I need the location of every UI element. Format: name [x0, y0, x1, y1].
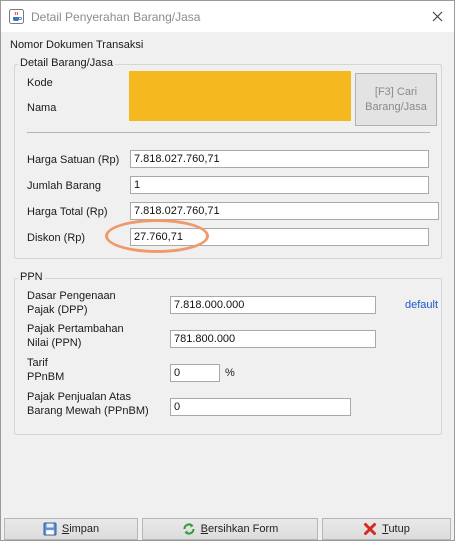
- harga-satuan-label: Harga Satuan (Rp): [27, 154, 120, 166]
- dialog-window: Detail Penyerahan Barang/Jasa Nomor Doku…: [0, 0, 455, 541]
- tutup-label: utup: [388, 523, 410, 535]
- dpp-label-line2: Pajak (DPP): [27, 304, 88, 316]
- red-x-icon: [364, 523, 377, 535]
- ppn-label-line2: Nilai (PPN): [27, 337, 82, 349]
- refresh-icon: [183, 523, 195, 535]
- tutup-button[interactable]: Tutup: [322, 518, 451, 540]
- simpan-button[interactable]: Simpan: [4, 518, 138, 540]
- bersihkan-mnemonic: B: [200, 523, 209, 535]
- kode-label: Kode: [27, 77, 53, 89]
- ppnbm-label-line2: Barang Mewah (PPnBM): [27, 405, 149, 417]
- floppy-disk-icon: [43, 522, 57, 536]
- simpan-label: impan: [69, 523, 100, 535]
- window-title: Detail Penyerahan Barang/Jasa: [31, 10, 201, 24]
- harga-satuan-field[interactable]: 7.818.027.760,71: [130, 150, 429, 168]
- nama-label: Nama: [27, 102, 57, 114]
- separator: [27, 132, 430, 133]
- bersihkan-form-button[interactable]: Bersihkan Form: [142, 518, 318, 540]
- percent-sign: %: [225, 367, 235, 379]
- diskon-highlight-annotation: [105, 219, 209, 253]
- jumlah-barang-field[interactable]: 1: [130, 176, 429, 194]
- ppn-legend: PPN: [18, 271, 45, 283]
- cari-button-line2: Barang/Jasa: [365, 101, 427, 113]
- dpp-label-line1: Dasar Pengenaan: [27, 290, 116, 302]
- close-icon: [432, 11, 442, 22]
- tarif-label-line2: PPnBM: [27, 371, 65, 383]
- kode-nama-redacted-area: [129, 71, 351, 121]
- close-button[interactable]: [420, 1, 454, 32]
- tarif-label-line1: Tarif: [27, 357, 48, 369]
- cari-button-line1: [F3] Cari: [374, 86, 418, 98]
- nomor-dokumen-label: Nomor Dokumen Transaksi: [10, 39, 144, 51]
- ppn-field[interactable]: 781.800.000: [170, 330, 376, 348]
- title-bar: Detail Penyerahan Barang/Jasa: [1, 1, 454, 32]
- dpp-field[interactable]: 7.818.000.000: [170, 296, 376, 314]
- jumlah-barang-label: Jumlah Barang: [27, 180, 101, 192]
- harga-total-field[interactable]: 7.818.027.760,71: [130, 202, 439, 220]
- bersihkan-label: ersihkan Form: [208, 523, 279, 535]
- diskon-label: Diskon (Rp): [27, 232, 86, 244]
- ppn-label-line1: Pajak Pertambahan: [27, 323, 124, 335]
- tarif-ppnbm-field[interactable]: 0: [170, 364, 220, 382]
- ppnbm-field[interactable]: 0: [170, 398, 351, 416]
- harga-total-label: Harga Total (Rp): [27, 206, 108, 218]
- java-cup-icon: [9, 9, 24, 24]
- cari-barang-jasa-button[interactable]: [F3] Cari Barang/Jasa: [355, 73, 437, 126]
- ppnbm-label-line1: Pajak Penjualan Atas: [27, 391, 131, 403]
- default-link[interactable]: default: [405, 299, 438, 311]
- detail-barang-legend: Detail Barang/Jasa: [18, 57, 115, 69]
